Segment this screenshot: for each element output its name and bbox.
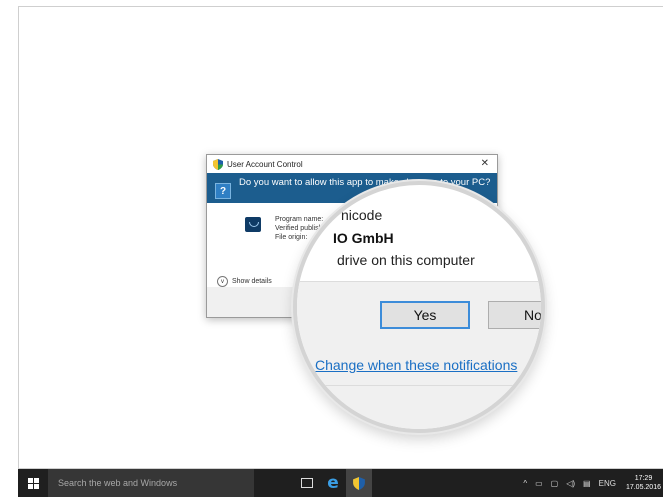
show-details-toggle[interactable]: v Show details [217, 276, 272, 287]
uac-shield-icon [353, 476, 365, 490]
uac-title-bar: User Account Control ✕ [207, 155, 497, 173]
divider [297, 281, 541, 282]
magnified-file-origin: drive on this computer [337, 252, 475, 268]
program-icon [245, 217, 261, 232]
taskbar: Search the web and Windows e ^ ▭ ▢ ◁) ▤ … [18, 469, 663, 497]
uac-title-text: User Account Control [227, 159, 303, 169]
magnifier-lens: nicode IO GmbH drive on this computer Ye… [293, 181, 545, 433]
start-button[interactable] [18, 469, 48, 497]
question-icon: ? [215, 183, 231, 199]
language-indicator[interactable]: ENG [599, 479, 616, 488]
clock-date: 17.05.2016 [625, 484, 661, 491]
no-button[interactable]: No [488, 301, 541, 329]
close-icon[interactable]: ✕ [481, 158, 489, 169]
network-icon[interactable]: ▭ [535, 479, 543, 488]
notifications-icon[interactable]: ▤ [583, 479, 591, 488]
magnified-program-name: nicode [341, 207, 383, 223]
edge-icon: e [327, 473, 339, 493]
windows-logo-icon [27, 477, 39, 489]
task-view-icon [301, 478, 313, 488]
search-input[interactable]: Search the web and Windows [48, 469, 254, 497]
chevron-down-icon: v [217, 276, 228, 287]
divider [297, 385, 541, 386]
edge-button[interactable]: e [320, 469, 346, 497]
yes-button[interactable]: Yes [380, 301, 470, 329]
show-details-label: Show details [232, 278, 272, 285]
task-view-button[interactable] [294, 469, 320, 497]
volume-icon[interactable]: ◁) [566, 479, 575, 488]
magnified-content: nicode IO GmbH drive on this computer Ye… [297, 185, 541, 429]
system-tray: ^ ▭ ▢ ◁) ▤ ENG 17:29 17.05.2016 [519, 469, 663, 497]
clock-time: 17:29 [634, 475, 653, 482]
uac-shield-icon [213, 158, 223, 170]
monitor-icon[interactable]: ▢ [551, 479, 559, 488]
tray-chevron-icon[interactable]: ^ [523, 479, 527, 488]
change-notifications-link[interactable]: Change when these notifications [315, 357, 517, 373]
clock[interactable]: 17:29 17.05.2016 [626, 474, 661, 492]
magnified-publisher: IO GmbH [333, 230, 394, 246]
uac-taskbar-button[interactable] [346, 469, 372, 497]
